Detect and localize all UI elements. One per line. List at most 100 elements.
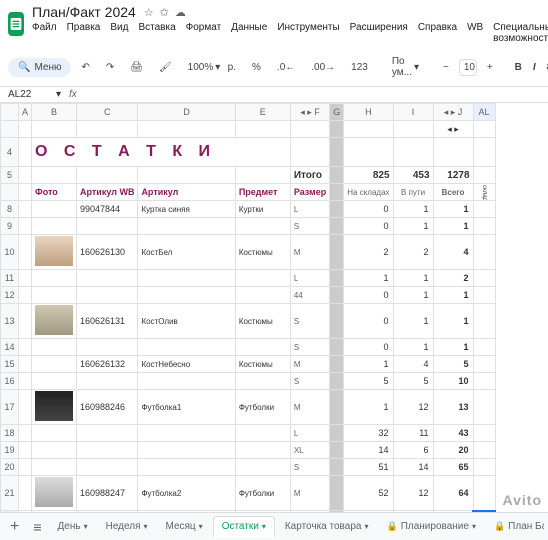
cell[interactable]: Предмет <box>235 184 290 201</box>
undo-button[interactable]: ↶ <box>75 58 95 77</box>
cell[interactable] <box>138 218 235 235</box>
cell[interactable]: Артикул <box>138 184 235 201</box>
doc-title[interactable]: План/Факт 2024 <box>32 4 136 20</box>
cell[interactable] <box>235 425 290 442</box>
row-header[interactable] <box>1 184 19 201</box>
cell[interactable]: 0 <box>344 304 393 339</box>
star-icon[interactable]: ☆ <box>144 6 154 19</box>
cell[interactable] <box>32 218 77 235</box>
cell[interactable]: S <box>290 459 329 476</box>
cell[interactable] <box>32 235 77 270</box>
cell[interactable]: В пути <box>393 184 433 201</box>
font-select[interactable]: По ум... ▾ <box>386 52 425 82</box>
search-menu-button[interactable]: 🔍 Меню <box>8 58 71 77</box>
cell[interactable] <box>235 373 290 390</box>
cell[interactable] <box>138 373 235 390</box>
menu-tools[interactable]: Инструменты <box>277 22 339 44</box>
row-header[interactable]: 20 <box>1 459 19 476</box>
col-header[interactable]: H <box>344 104 393 121</box>
sheet-tab[interactable]: Остатки▾ <box>213 516 275 537</box>
cell[interactable] <box>473 287 495 304</box>
cell[interactable]: 160988247 <box>77 476 138 511</box>
cell[interactable] <box>138 270 235 287</box>
menu-insert[interactable]: Вставка <box>138 22 175 44</box>
cell[interactable]: 453 <box>393 167 433 184</box>
cell[interactable]: КостОлив <box>138 304 235 339</box>
cell[interactable]: Размер <box>290 184 329 201</box>
font-size-plus[interactable]: + <box>481 58 499 77</box>
col-header[interactable]: B <box>32 104 77 121</box>
cell[interactable] <box>235 459 290 476</box>
cell[interactable] <box>473 425 495 442</box>
print-button[interactable]: 🖨 <box>124 58 149 77</box>
decimal-increase-button[interactable]: .00→ <box>305 58 341 77</box>
cell[interactable] <box>235 270 290 287</box>
italic-button[interactable]: I <box>529 60 540 75</box>
cell[interactable]: 1 <box>344 356 393 373</box>
col-header[interactable]: AL <box>473 104 495 121</box>
cell[interactable] <box>473 339 495 356</box>
cell[interactable]: 1 <box>433 201 473 218</box>
cell[interactable]: 160988246 <box>77 390 138 425</box>
cell[interactable] <box>77 425 138 442</box>
menu-help[interactable]: Справка <box>418 22 457 44</box>
cell[interactable]: M <box>290 356 329 373</box>
row-header[interactable]: 11 <box>1 270 19 287</box>
row-header[interactable]: 4 <box>1 138 19 167</box>
cell[interactable]: 5 <box>344 373 393 390</box>
paint-format-button[interactable]: 🖌 <box>153 58 178 77</box>
sheet-tab[interactable]: 🔒Планирование▾ <box>378 516 483 537</box>
cell[interactable]: 1 <box>393 287 433 304</box>
cell[interactable]: 13 <box>433 390 473 425</box>
col-header[interactable]: A <box>19 104 32 121</box>
cell[interactable] <box>32 201 77 218</box>
currency-button[interactable]: р. <box>222 58 242 77</box>
menu-file[interactable]: Файл <box>32 22 57 44</box>
zoom-select[interactable]: 100% ▾ <box>182 58 210 77</box>
menu-wb[interactable]: WB <box>467 22 483 44</box>
cell[interactable] <box>473 304 495 339</box>
cell[interactable]: 1 <box>393 304 433 339</box>
cell[interactable]: 64 <box>433 476 473 511</box>
cell[interactable]: 2 <box>393 235 433 270</box>
cell[interactable] <box>32 373 77 390</box>
cell[interactable] <box>235 339 290 356</box>
menu-edit[interactable]: Правка <box>67 22 101 44</box>
menu-view[interactable]: Вид <box>110 22 128 44</box>
cell[interactable]: XL <box>290 442 329 459</box>
cell[interactable]: Куртка синяя <box>138 201 235 218</box>
cell[interactable]: Всего <box>433 184 473 201</box>
cell[interactable]: 1 <box>393 270 433 287</box>
cell[interactable] <box>235 218 290 235</box>
cell[interactable] <box>473 390 495 425</box>
sheet-tab[interactable]: День▾ <box>50 516 96 537</box>
redo-button[interactable]: ↷ <box>100 58 120 77</box>
cell[interactable]: 11 <box>393 425 433 442</box>
cell[interactable]: 5 <box>433 356 473 373</box>
cell[interactable] <box>473 235 495 270</box>
cell[interactable]: 2 <box>344 235 393 270</box>
cell[interactable] <box>32 442 77 459</box>
cloud-icon[interactable]: ☁ <box>175 6 186 19</box>
cell[interactable]: КостБел <box>138 235 235 270</box>
cell[interactable] <box>138 425 235 442</box>
col-header[interactable]: D <box>138 104 235 121</box>
cell[interactable] <box>473 270 495 287</box>
cell[interactable] <box>473 356 495 373</box>
col-header[interactable]: ◂ ▸ J <box>433 104 473 121</box>
cell[interactable]: Костюмы <box>235 235 290 270</box>
cell[interactable]: 160626130 <box>77 235 138 270</box>
col-header[interactable]: G <box>330 104 344 121</box>
sheet-tab[interactable]: 🔒План База▾ <box>486 516 544 537</box>
cell[interactable]: Футболки <box>235 476 290 511</box>
row-header[interactable]: 12 <box>1 287 19 304</box>
cell[interactable]: 1 <box>344 390 393 425</box>
cell[interactable]: 1 <box>393 201 433 218</box>
decimal-decrease-button[interactable]: .0← <box>271 58 301 77</box>
cell[interactable]: 32 <box>344 425 393 442</box>
cell[interactable]: 1 <box>344 270 393 287</box>
cell[interactable]: 4 <box>433 235 473 270</box>
cell[interactable]: Костюмы <box>235 304 290 339</box>
cell[interactable] <box>473 459 495 476</box>
cell[interactable]: 0 <box>344 287 393 304</box>
